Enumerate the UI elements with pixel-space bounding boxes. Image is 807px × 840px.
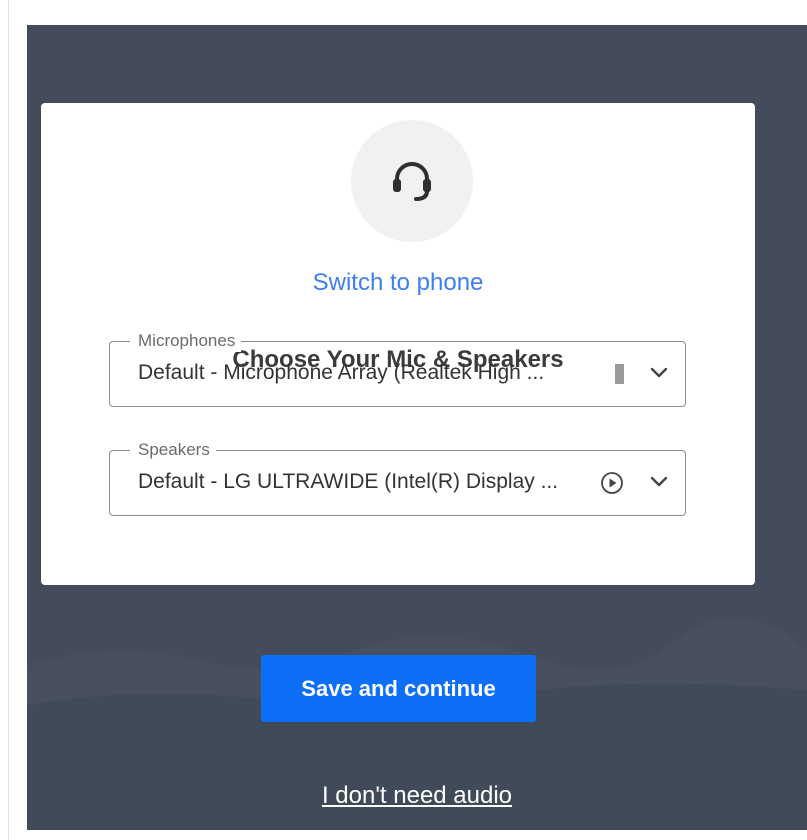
window-edge — [8, 0, 9, 840]
chevron-down-icon[interactable] — [649, 475, 669, 489]
audio-setup-panel: Switch to phone Choose Your Mic & Speake… — [27, 25, 807, 830]
device-selection-card: Switch to phone Choose Your Mic & Speake… — [41, 103, 755, 585]
speakers-select[interactable]: Speakers Default - LG ULTRAWIDE (Intel(R… — [109, 439, 686, 516]
play-icon[interactable] — [600, 471, 624, 495]
headset-icon — [393, 162, 431, 201]
chevron-down-icon[interactable] — [649, 366, 669, 380]
switch-to-phone-link[interactable]: Switch to phone — [41, 269, 755, 297]
speakers-value: Default - LG ULTRAWIDE (Intel(R) Display… — [138, 470, 559, 493]
speakers-label: Speakers — [130, 439, 216, 461]
headset-icon-badge — [351, 120, 473, 242]
microphones-label: Microphones — [130, 330, 242, 352]
page-frame: Switch to phone Choose Your Mic & Speake… — [0, 0, 807, 840]
microphones-select[interactable]: Microphones Default - Microphone Array (… — [109, 330, 686, 407]
audio-level-icon — [615, 364, 624, 384]
microphones-value: Default - Microphone Array (Realtek High… — [138, 361, 545, 384]
no-audio-link[interactable]: I don't need audio — [27, 782, 807, 810]
save-and-continue-button[interactable]: Save and continue — [261, 655, 536, 722]
